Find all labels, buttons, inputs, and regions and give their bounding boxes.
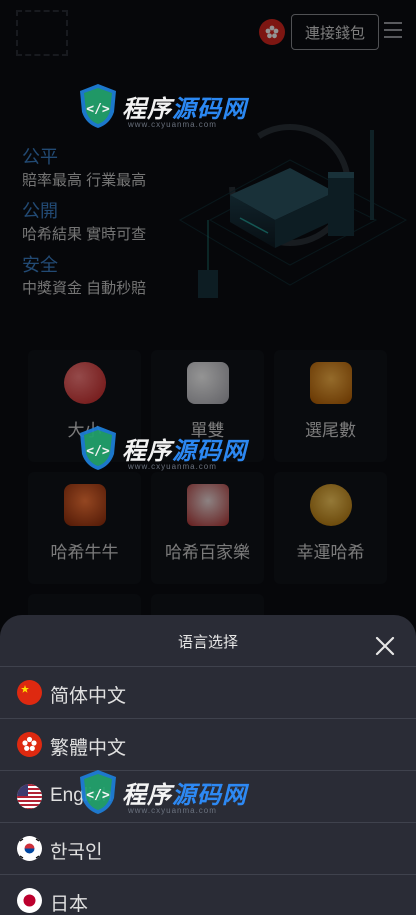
watermark-text: 程序源码网 <box>122 437 247 465</box>
svg-text:</>: </> <box>86 102 110 117</box>
sheet-title: 语言选择 <box>177 634 238 651</box>
close-icon[interactable] <box>372 633 398 659</box>
lang-option-ja[interactable]: 日本 <box>0 875 416 915</box>
watermark-text: 程序源码网 <box>122 781 247 809</box>
lang-option-zh-hk[interactable]: 繁體中文 <box>0 719 416 771</box>
svg-text:</>: </> <box>86 788 110 803</box>
usa-flag-icon <box>17 784 42 809</box>
shield-icon: </> <box>80 770 116 814</box>
svg-text:</>: </> <box>86 444 110 459</box>
lang-label: 简体中文 <box>50 686 127 707</box>
shield-icon: </> <box>80 426 116 470</box>
watermark-text: 程序源码网 <box>122 95 247 123</box>
watermark-url: www.cxyuanma.com <box>128 806 217 815</box>
watermark-logo: </> 程序源码网 www.cxyuanma.com <box>76 768 247 816</box>
korea-flag-icon <box>17 836 42 861</box>
app-page: 連接錢包 公平 賠率最高 行業最高 公開 哈希結果 實時可查 安全 中獎資金 自… <box>0 0 416 915</box>
lang-label: 繁體中文 <box>50 738 127 759</box>
watermark-url: www.cxyuanma.com <box>128 120 217 129</box>
china-flag-icon <box>17 680 42 705</box>
watermark-logo: </> 程序源码网 www.cxyuanma.com <box>76 424 247 472</box>
shield-icon: </> <box>80 84 116 128</box>
watermark-logo: </> 程序源码网 www.cxyuanma.com <box>76 82 247 130</box>
lang-label: 한국인 <box>50 842 103 863</box>
hong-kong-flag-icon <box>17 732 42 757</box>
lang-label: 日本 <box>50 894 89 915</box>
language-select-sheet: 语言选择 简体中文 繁體中文 English 한국인 日本 <box>0 615 416 915</box>
lang-option-zh-cn[interactable]: 简体中文 <box>0 667 416 719</box>
lang-option-ko[interactable]: 한국인 <box>0 823 416 875</box>
sheet-header: 语言选择 <box>0 615 416 667</box>
japan-flag-icon <box>17 888 42 913</box>
watermark-url: www.cxyuanma.com <box>128 462 217 471</box>
